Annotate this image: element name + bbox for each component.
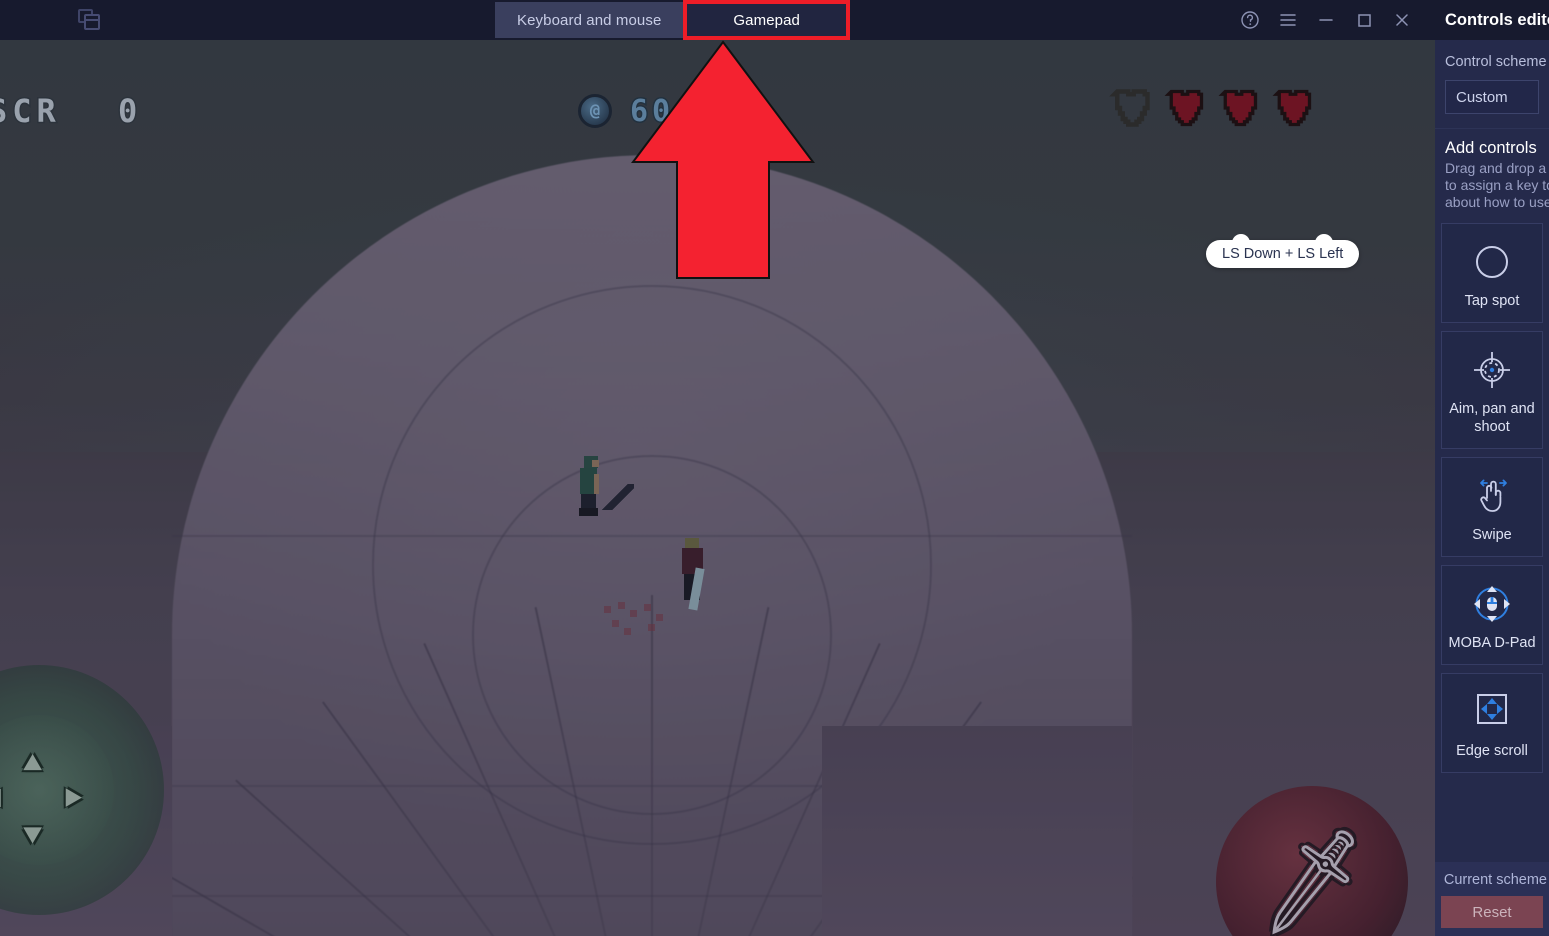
player-character-green — [578, 456, 600, 518]
control-mode-tabs: Keyboard and mouse Gamepad — [120, 0, 1225, 40]
ground-left — [0, 726, 172, 936]
control-card-label: Swipe — [1472, 527, 1512, 543]
control-card-aim-pan-shoot[interactable]: Aim, pan and shoot — [1441, 331, 1543, 449]
edge-scroll-icon — [1446, 688, 1538, 736]
dome-band-1 — [172, 535, 1132, 537]
add-controls-description: Drag and drop a control to assign a key … — [1445, 160, 1549, 211]
control-card-label: Edge scroll — [1456, 743, 1528, 759]
add-controls-desc-line: Drag and drop a control — [1445, 160, 1549, 176]
enemy-character-red — [680, 538, 706, 618]
control-card-label: MOBA D-Pad — [1448, 635, 1536, 651]
control-card-label: Tap spot — [1464, 293, 1520, 309]
add-controls-section: Add controls Drag and drop a control to … — [1435, 129, 1549, 215]
add-controls-desc-line: about how to use them. — [1445, 194, 1549, 210]
help-icon[interactable] — [1235, 5, 1265, 35]
application-window: SCR 0 @ 60 — [0, 0, 1549, 936]
add-controls-desc-line: to assign a key to it. Learn — [1445, 177, 1549, 193]
sidebar-footer: Current scheme Reset — [1435, 862, 1549, 936]
control-scheme-value: Custom — [1456, 88, 1508, 106]
title-bar-left — [0, 0, 120, 40]
add-controls-title: Add controls — [1445, 139, 1537, 157]
circle-icon — [1446, 238, 1538, 286]
attack-button[interactable]: 🗡 — [1216, 786, 1408, 936]
sidebar-header: Controls editor — [1435, 0, 1549, 40]
menu-icon[interactable] — [1273, 5, 1303, 35]
crosshair-icon — [1446, 346, 1538, 394]
dome-ring-2 — [472, 455, 832, 815]
tab-keyboard-and-mouse-label: Keyboard and mouse — [517, 11, 662, 29]
sword-icon: 🗡 — [1247, 823, 1377, 936]
close-icon[interactable] — [1387, 5, 1417, 35]
ground-right — [822, 726, 1132, 936]
current-scheme-link[interactable]: Current scheme — [1435, 872, 1549, 888]
title-bar: Keyboard and mouse Gamepad — [0, 0, 1435, 40]
control-card-tap-spot[interactable]: Tap spot — [1441, 223, 1543, 323]
maximize-icon[interactable] — [1349, 5, 1379, 35]
control-card-swipe[interactable]: Swipe — [1441, 457, 1543, 557]
multi-window-icon[interactable] — [78, 9, 102, 31]
tab-gamepad-label: Gamepad — [733, 11, 800, 29]
controls-editor-sidebar: Controls editor Control scheme Custom Ad… — [1435, 0, 1549, 936]
blood-particles — [600, 600, 670, 635]
character-weapon — [600, 484, 634, 510]
tab-keyboard-and-mouse[interactable]: Keyboard and mouse — [495, 2, 684, 38]
moba-dpad-icon — [1446, 580, 1538, 628]
control-card-edge-scroll[interactable]: Edge scroll — [1441, 673, 1543, 773]
reset-button[interactable]: Reset — [1441, 896, 1543, 928]
control-scheme-select[interactable]: Custom — [1445, 80, 1539, 114]
tab-gamepad[interactable]: Gamepad — [683, 0, 850, 40]
control-cards-list: Tap spot Aim, pan and shoot Swipe MOBA D… — [1435, 215, 1549, 773]
window-controls — [1225, 0, 1435, 40]
control-scheme-section: Control scheme Custom — [1435, 40, 1549, 129]
game-viewport[interactable]: SCR 0 @ 60 — [0, 40, 1435, 936]
minimize-icon[interactable] — [1311, 5, 1341, 35]
sidebar-title: Controls editor — [1445, 10, 1549, 29]
control-scheme-label: Control scheme — [1445, 54, 1547, 70]
control-card-label: Aim, pan and shoot — [1449, 401, 1535, 435]
swipe-hand-icon — [1446, 472, 1538, 520]
control-card-moba-dpad[interactable]: MOBA D-Pad — [1441, 565, 1543, 665]
